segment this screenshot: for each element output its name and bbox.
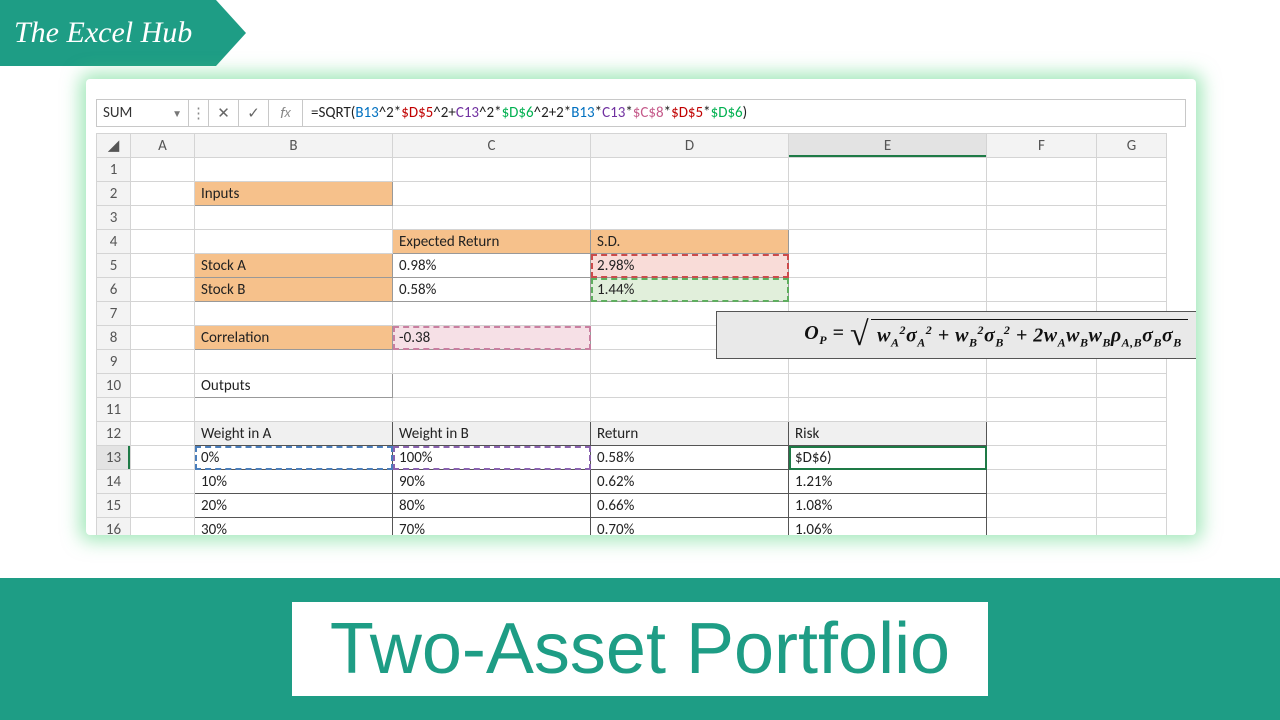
- formula-token: ^2+: [433, 104, 456, 122]
- name-box-divider-icon: ⋮: [189, 100, 209, 126]
- column-header-a[interactable]: A: [131, 134, 195, 158]
- formula-input[interactable]: =SQRT(B13^2*$D$5^2+C13^2*$D$6^2+2*B13*C1…: [303, 100, 1185, 126]
- cell-header-weight-b[interactable]: Weight in B: [393, 422, 591, 446]
- cell-return[interactable]: 0.70%: [591, 518, 789, 536]
- cell-risk[interactable]: 1.06%: [789, 518, 987, 536]
- cell-wa[interactable]: 20%: [195, 494, 393, 518]
- formula-token: B13: [571, 104, 594, 122]
- cell-correlation-label[interactable]: Correlation: [195, 326, 393, 350]
- formula-token: $D$6: [502, 104, 534, 122]
- column-header-b[interactable]: B: [195, 134, 393, 158]
- cell-wa[interactable]: 30%: [195, 518, 393, 536]
- cell-correlation-value[interactable]: -0.38: [393, 326, 591, 350]
- accept-formula-button[interactable]: ✓: [239, 100, 269, 126]
- row-header[interactable]: 16: [97, 518, 131, 536]
- cell-stock-a-er[interactable]: 0.98%: [393, 254, 591, 278]
- row-header[interactable]: 1: [97, 158, 131, 182]
- row-header[interactable]: 4: [97, 230, 131, 254]
- column-header-f[interactable]: F: [987, 134, 1097, 158]
- formula-token: ^2*: [379, 104, 402, 122]
- column-header-c[interactable]: C: [393, 134, 591, 158]
- cell-outputs-label[interactable]: Outputs: [195, 374, 393, 398]
- formula-token: B13: [355, 104, 378, 122]
- row-header[interactable]: 3: [97, 206, 131, 230]
- formula-token: *: [703, 104, 710, 122]
- row-header[interactable]: 15: [97, 494, 131, 518]
- row-header[interactable]: 9: [97, 350, 131, 374]
- cell-risk[interactable]: 1.08%: [789, 494, 987, 518]
- cell-editing-risk[interactable]: $D$6): [789, 446, 987, 470]
- cell-stock-b-er[interactable]: 0.58%: [393, 278, 591, 302]
- row-header[interactable]: 14: [97, 470, 131, 494]
- cell-header-expected-return[interactable]: Expected Return: [393, 230, 591, 254]
- formula-token: ^2+2*: [534, 104, 572, 122]
- cancel-formula-button[interactable]: ✕: [209, 100, 239, 126]
- formula-token: *: [625, 104, 632, 122]
- name-box[interactable]: SUM ▼: [97, 100, 189, 126]
- formula-token: C13: [602, 104, 625, 122]
- formula-token: C13: [456, 104, 479, 122]
- brand-arrow-icon: [216, 0, 246, 66]
- row-header[interactable]: 8: [97, 326, 131, 350]
- select-all-corner[interactable]: ◢: [97, 134, 131, 158]
- formula-token: $D$5: [671, 104, 703, 122]
- cell-wb[interactable]: 100%: [393, 446, 591, 470]
- cell-wb[interactable]: 80%: [393, 494, 591, 518]
- brand-text: The Excel Hub: [0, 0, 216, 66]
- cell-stock-b-sd[interactable]: 1.44%: [591, 278, 789, 302]
- cell-wb[interactable]: 70%: [393, 518, 591, 536]
- row-header[interactable]: 12: [97, 422, 131, 446]
- formula-token: $D$6: [711, 104, 743, 122]
- cell-stock-a-label[interactable]: Stock A: [195, 254, 393, 278]
- formula-token: ^2*: [479, 104, 502, 122]
- column-header-e[interactable]: E: [789, 134, 987, 158]
- row-header[interactable]: 5: [97, 254, 131, 278]
- cell-stock-a-sd[interactable]: 2.98%: [591, 254, 789, 278]
- cell-wa[interactable]: 10%: [195, 470, 393, 494]
- page-title: Two-Asset Portfolio: [292, 602, 988, 696]
- cell-inputs-label[interactable]: Inputs: [195, 182, 393, 206]
- formula-token: =SQRT(: [311, 104, 355, 122]
- spreadsheet-frame: SUM ▼ ⋮ ✕ ✓ fx =SQRT(B13^2*$D$5^2+C13^2*…: [86, 79, 1196, 535]
- row-header[interactable]: 11: [97, 398, 131, 422]
- column-header-row: ◢ A B C D E F G: [97, 134, 1167, 158]
- fx-icon[interactable]: fx: [269, 100, 303, 126]
- row-header[interactable]: 6: [97, 278, 131, 302]
- formula-token: *: [595, 104, 602, 122]
- formula-bar: SUM ▼ ⋮ ✕ ✓ fx =SQRT(B13^2*$D$5^2+C13^2*…: [96, 99, 1186, 127]
- cell-wa[interactable]: 0%: [195, 446, 393, 470]
- row-header[interactable]: 2: [97, 182, 131, 206]
- row-header[interactable]: 7: [97, 302, 131, 326]
- formula-token: $C$8: [633, 104, 664, 122]
- formula-token: ): [743, 104, 748, 122]
- cell-header-return[interactable]: Return: [591, 422, 789, 446]
- cell-wb[interactable]: 90%: [393, 470, 591, 494]
- cell-header-sd[interactable]: S.D.: [591, 230, 789, 254]
- cell-header-risk[interactable]: Risk: [789, 422, 987, 446]
- cell-stock-b-label[interactable]: Stock B: [195, 278, 393, 302]
- cell-return[interactable]: 0.66%: [591, 494, 789, 518]
- brand-ribbon: The Excel Hub: [0, 0, 246, 66]
- row-header[interactable]: 13: [97, 446, 131, 470]
- name-box-value: SUM: [103, 104, 132, 122]
- name-box-dropdown-icon[interactable]: ▼: [172, 107, 182, 120]
- cell-return[interactable]: 0.62%: [591, 470, 789, 494]
- column-header-d[interactable]: D: [591, 134, 789, 158]
- cell-risk[interactable]: 1.21%: [789, 470, 987, 494]
- cell-return[interactable]: 0.58%: [591, 446, 789, 470]
- column-header-g[interactable]: G: [1097, 134, 1167, 158]
- formula-token: *: [664, 104, 671, 122]
- formula-token: $D$5: [401, 104, 433, 122]
- title-bar: Two-Asset Portfolio: [0, 578, 1280, 720]
- row-header[interactable]: 10: [97, 374, 131, 398]
- portfolio-variance-formula: OP = √ wA2σA2 + wB2σB2 + 2wAwBwBρA,BσBσB: [716, 311, 1196, 359]
- cell-header-weight-a[interactable]: Weight in A: [195, 422, 393, 446]
